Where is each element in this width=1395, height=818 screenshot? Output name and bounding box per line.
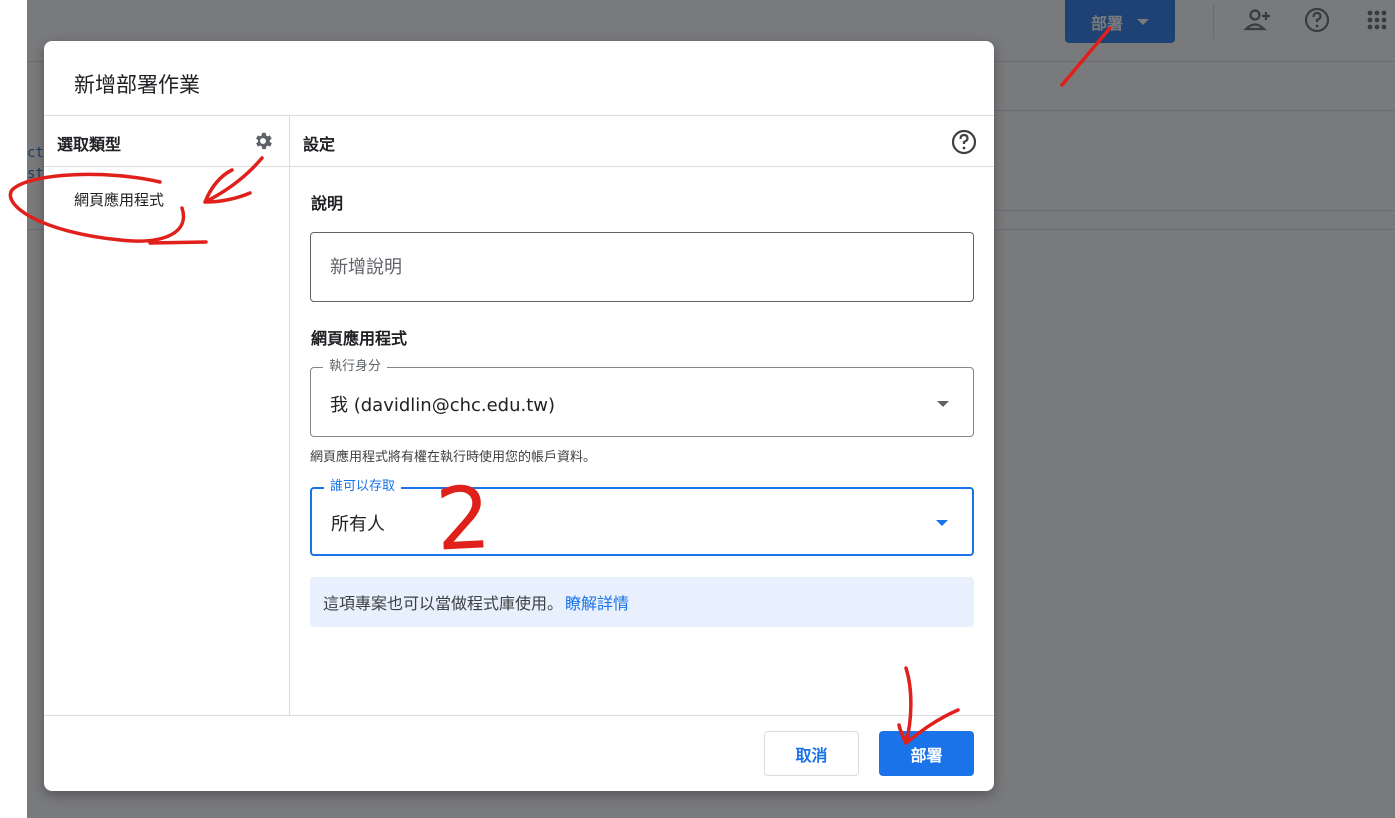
dialog-divider [44, 166, 994, 167]
execute-as-select[interactable]: 執行身分 我 (davidlin@chc.edu.tw) [310, 358, 974, 437]
gear-icon[interactable] [252, 130, 274, 152]
execute-as-legend: 執行身分 [323, 358, 388, 376]
library-info-text: 這項專案也可以當做程式庫使用。 [323, 594, 564, 613]
new-deployment-dialog: 新增部署作業 選取類型 網頁應用程式 設定 說明 網頁應用程式 執行身分 我 (… [44, 41, 994, 791]
dialog-divider [44, 115, 994, 116]
who-has-access-value: 所有人 [331, 514, 385, 535]
execute-as-helper-text: 網頁應用程式將有權在執行時使用您的帳戶資料。 [310, 450, 597, 465]
select-type-heading: 選取類型 [57, 135, 122, 154]
webapp-section-label: 網頁應用程式 [311, 329, 408, 348]
dialog-title: 新增部署作業 [74, 73, 200, 97]
who-has-access-select[interactable]: 誰可以存取 所有人 [310, 478, 974, 556]
settings-heading: 設定 [303, 135, 336, 154]
type-item-webapp[interactable]: 網頁應用程式 [74, 189, 164, 210]
dropdown-arrow-icon [937, 401, 949, 407]
cancel-button[interactable]: 取消 [764, 731, 859, 776]
deploy-button[interactable]: 部署 [879, 731, 974, 776]
library-info-banner: 這項專案也可以當做程式庫使用。 瞭解詳情 [310, 577, 974, 627]
dropdown-arrow-icon [936, 520, 948, 526]
description-label: 說明 [311, 194, 344, 213]
description-input[interactable] [310, 232, 974, 302]
learn-more-link[interactable]: 瞭解詳情 [565, 590, 629, 614]
who-has-access-legend: 誰可以存取 [324, 478, 402, 496]
left-edge-strip [0, 0, 27, 818]
column-divider [289, 115, 290, 715]
execute-as-value: 我 (davidlin@chc.edu.tw) [330, 395, 556, 416]
footer-divider [44, 715, 994, 716]
help-icon[interactable] [950, 128, 978, 156]
